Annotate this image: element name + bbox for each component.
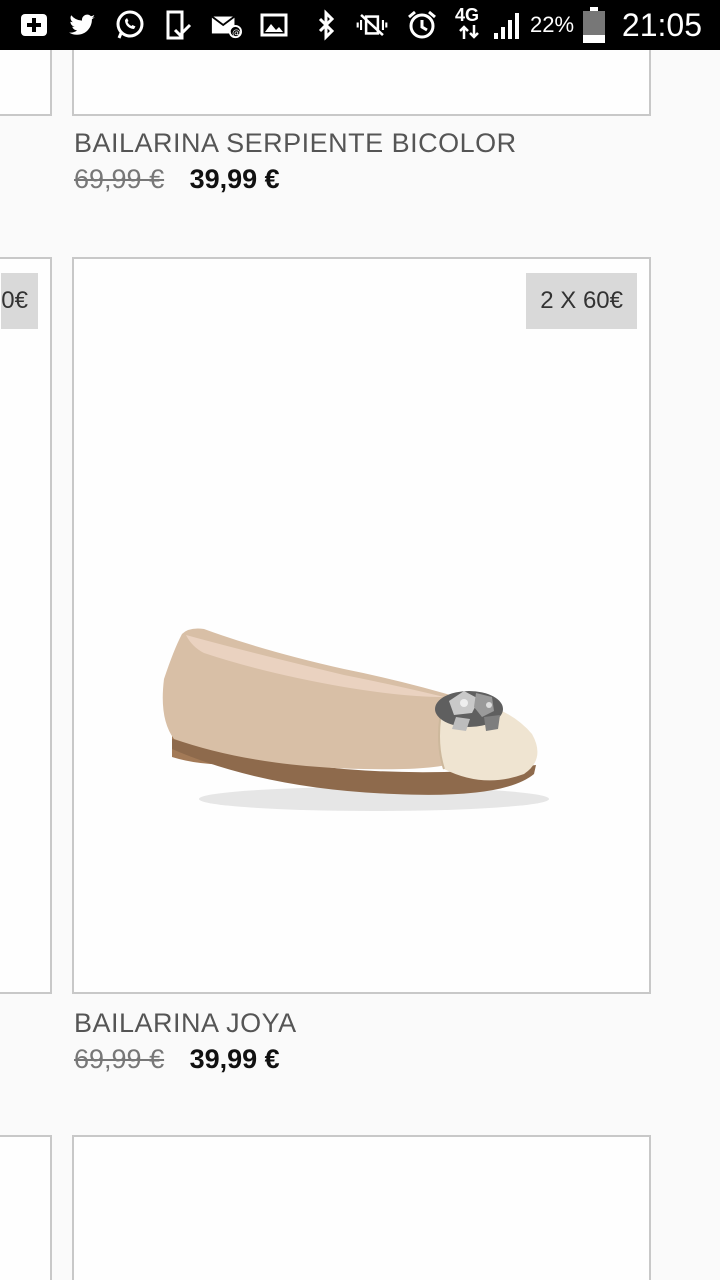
price-row: 69,99 € 39,99 € [74,1044,280,1075]
vibrate-mute-icon [356,9,388,41]
promo-badge: 2 X 60€ [526,273,637,329]
product-name[interactable]: BAILARINA SERPIENTE BICOLOR [74,128,517,159]
product-card-left-middle[interactable]: 0€ [0,257,52,994]
add-notification-icon [18,9,50,41]
bluetooth-icon [310,9,342,41]
product-image[interactable] [144,589,564,829]
product-card-joya[interactable]: 2 X 60€ [72,257,651,994]
promo-badge: 0€ [1,273,38,329]
alarm-icon [406,9,438,41]
twitter-icon [66,9,98,41]
product-card-left-bottom[interactable] [0,1135,52,1280]
status-bar: @ 4G 22% 21:05 [0,0,720,50]
battery-percentage: 22% [530,12,575,37]
battery-icon [580,7,608,43]
product-name[interactable]: BAILARINA JOYA [74,1008,297,1039]
product-card-serpiente-image[interactable] [72,50,651,116]
price-row: 69,99 € 39,99 € [74,164,280,195]
sale-price: 39,99 € [189,164,280,194]
svg-text:@: @ [232,27,240,37]
whatsapp-icon [114,9,146,41]
product-card-bottom[interactable] [72,1135,651,1280]
old-price: 69,99 € [74,1044,165,1074]
clock: 21:05 [621,7,702,43]
signal-icon [492,9,524,41]
product-grid: BAILARINA SERPIENTE BICOLOR 69,99 € 39,9… [0,50,720,1280]
email-icon: @ [210,9,242,41]
product-card-left-top[interactable] [0,50,52,116]
sale-price: 39,99 € [189,1044,280,1074]
shoe-image [162,628,549,811]
data-arrows-icon [456,22,484,42]
old-price: 69,99 € [74,164,165,194]
image-icon [258,9,290,41]
task-check-icon [162,9,194,41]
